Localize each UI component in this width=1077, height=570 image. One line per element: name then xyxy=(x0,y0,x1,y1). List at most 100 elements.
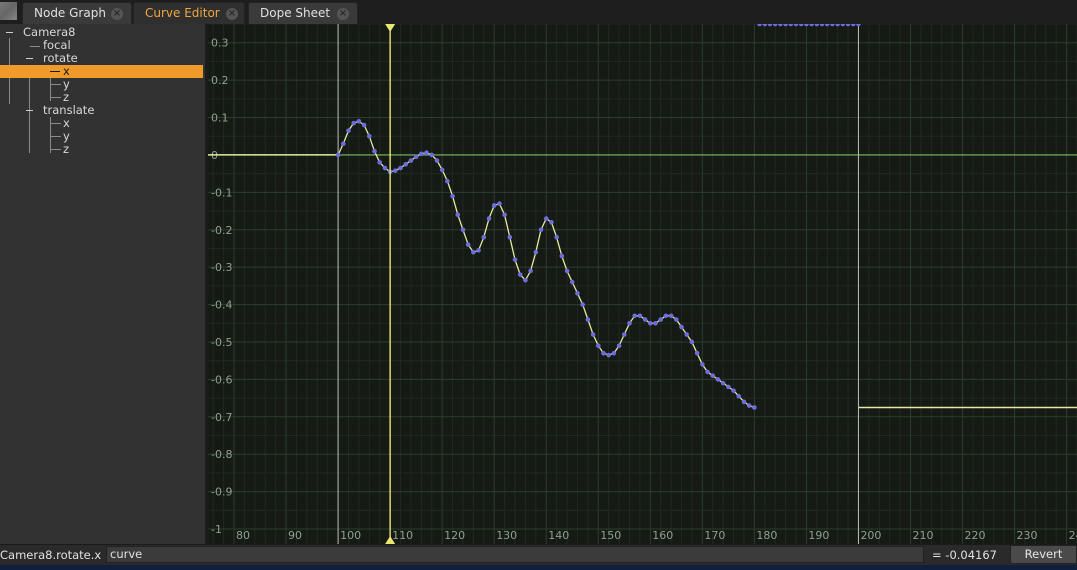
y-tick-label: -0.7 xyxy=(211,411,232,424)
tab-label: Node Graph xyxy=(34,6,106,20)
collapse-icon[interactable] xyxy=(26,58,33,59)
y-tick-label: -0.9 xyxy=(211,486,232,499)
close-icon[interactable]: × xyxy=(226,8,238,20)
keyframe-point xyxy=(445,178,450,184)
keyframe-point xyxy=(346,128,351,133)
keyframe-point xyxy=(538,227,544,233)
tree-branch xyxy=(51,123,61,124)
close-icon[interactable]: × xyxy=(111,8,123,20)
tab-node-graph[interactable]: Node Graph × xyxy=(22,2,132,24)
y-tick-label: 0.1 xyxy=(211,112,229,125)
x-tick-label: 160 xyxy=(652,529,673,542)
keyframe-point xyxy=(429,152,435,158)
tree-branch xyxy=(51,136,61,137)
keyframe-point xyxy=(439,167,445,173)
y-tick-label: 0.3 xyxy=(211,37,229,50)
keyframe-point xyxy=(507,234,513,240)
x-tick-label: 200 xyxy=(860,529,881,542)
keyframe-point xyxy=(590,332,596,337)
keyframe-point xyxy=(372,148,377,154)
keyframe-point xyxy=(335,152,341,158)
keyframe-point xyxy=(465,242,471,248)
keyframe-point xyxy=(413,154,419,160)
x-tick-label: 100 xyxy=(340,529,361,542)
y-tick-label: -0.4 xyxy=(211,299,232,312)
curve-graph[interactable]: 0.30.20.10-0.1-0.2-0.3-0.4-0.5-0.6-0.7-0… xyxy=(208,24,1077,544)
keyframe-point xyxy=(549,219,554,225)
keyframe-point xyxy=(606,352,611,358)
expression-field[interactable]: curve xyxy=(106,546,924,563)
keyframe-point xyxy=(595,343,601,349)
expression-bar: Camera8.rotate.x curve = -0.04167 Revert xyxy=(0,544,1077,565)
tree-branch xyxy=(30,46,40,47)
x-tick-label: 140 xyxy=(548,529,569,542)
keyframe-point xyxy=(340,141,346,147)
x-tick-label: 230 xyxy=(1017,529,1038,542)
curve-value: = -0.04167 xyxy=(932,548,997,562)
x-tick-label: 150 xyxy=(600,529,621,542)
y-tick-label: -0.3 xyxy=(211,261,232,274)
x-tick-label: 130 xyxy=(496,529,517,542)
keyframe-point xyxy=(559,253,565,259)
tab-label: Curve Editor xyxy=(145,6,220,20)
keyframe-point xyxy=(377,160,383,165)
keyframe-point xyxy=(720,380,726,386)
tree-item-rotate-x[interactable]: x xyxy=(0,65,203,78)
keyframe-point xyxy=(616,343,622,349)
tab-curve-editor[interactable]: Curve Editor × xyxy=(133,2,245,24)
keyframe-point xyxy=(601,350,606,356)
keyframe-point xyxy=(408,158,414,163)
keyframe-point xyxy=(434,158,440,163)
tree-item-translate-z[interactable]: z xyxy=(63,143,69,156)
keyframe-point xyxy=(517,272,523,277)
keyframe-point xyxy=(450,193,455,199)
tree-line xyxy=(29,65,30,153)
keyframe-point xyxy=(476,248,481,253)
keyframe-point xyxy=(424,150,429,155)
curve-tree: Camera8 focal rotate x y z translate x y… xyxy=(0,24,205,544)
keyframe-point xyxy=(580,302,585,307)
keyframe-point xyxy=(658,317,664,322)
y-tick-label: -0.8 xyxy=(211,448,232,461)
keyframe-point xyxy=(367,133,372,139)
keyframe-point xyxy=(642,317,648,322)
keyframe-point xyxy=(523,277,528,283)
keyframe-point xyxy=(491,203,497,208)
keyframe-point xyxy=(637,313,643,319)
panel-menu-icon[interactable] xyxy=(0,2,17,20)
tab-dope-sheet[interactable]: Dope Sheet × xyxy=(248,2,358,24)
revert-button[interactable]: Revert xyxy=(1010,545,1077,564)
x-tick-label: 120 xyxy=(444,529,465,542)
x-tick-label: 190 xyxy=(808,529,829,542)
keyframe-point xyxy=(575,291,580,296)
x-tick-label: 80 xyxy=(236,529,250,542)
x-tick-label: 180 xyxy=(756,529,777,542)
tree-branch xyxy=(51,149,61,150)
keyframe-point xyxy=(564,268,570,274)
keyframe-point xyxy=(752,405,757,410)
keyframe-point xyxy=(621,332,627,337)
keyframe-point xyxy=(700,362,705,367)
x-tick-label: 240 xyxy=(1069,529,1077,542)
keyframe-point xyxy=(554,234,559,240)
collapse-icon[interactable] xyxy=(26,110,33,111)
keyframe-point xyxy=(684,332,690,337)
keyframe-point xyxy=(393,168,398,173)
keyframe-point xyxy=(710,373,716,378)
keyframe-point xyxy=(715,377,721,382)
tree-item-rotate[interactable]: rotate xyxy=(43,52,78,65)
keyframe-point xyxy=(460,227,466,233)
keyframe-point xyxy=(648,320,653,326)
keyframe-point xyxy=(481,234,487,240)
keyframe-point xyxy=(731,388,736,393)
keyframe-point xyxy=(356,118,362,124)
tree-branch xyxy=(51,84,61,85)
keyframe-point xyxy=(694,350,700,356)
close-icon[interactable]: × xyxy=(337,8,349,20)
keyframe-point xyxy=(486,216,492,221)
y-tick-label: -0.1 xyxy=(211,186,232,199)
collapse-icon[interactable] xyxy=(6,32,13,33)
keyframe-point xyxy=(543,216,549,221)
y-tick-label: -1 xyxy=(211,523,222,536)
x-tick-label: 110 xyxy=(392,529,413,542)
